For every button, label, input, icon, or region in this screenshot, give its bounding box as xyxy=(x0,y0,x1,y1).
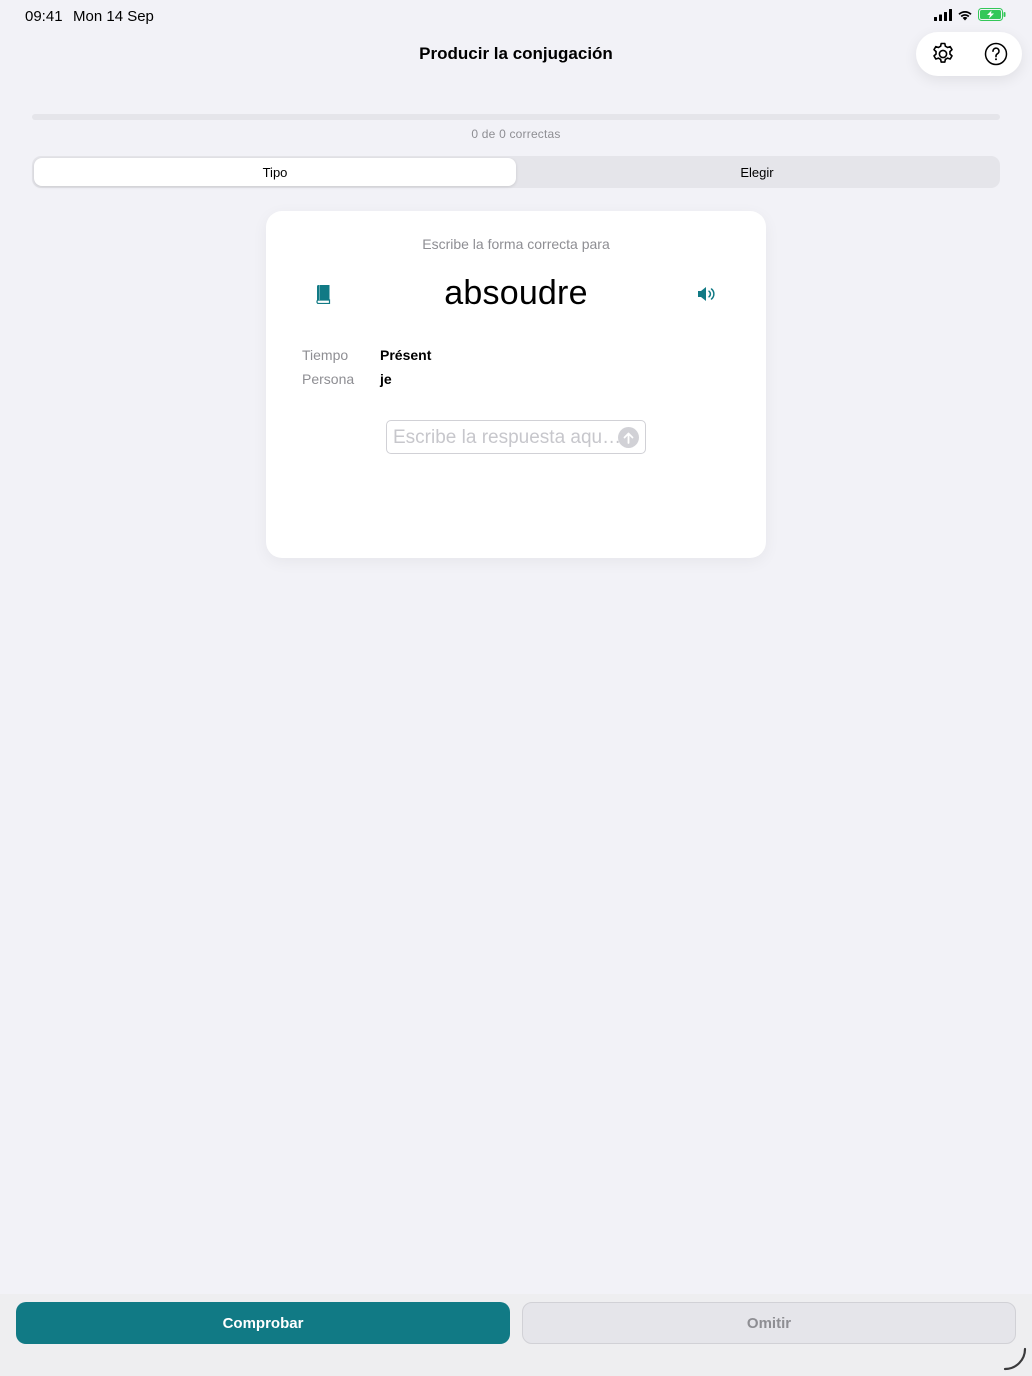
signal-icon xyxy=(934,8,952,21)
segment-elegir[interactable]: Elegir xyxy=(516,158,998,186)
answer-field xyxy=(386,420,646,454)
mode-segmented-control: Tipo Elegir xyxy=(32,156,1000,188)
person-value: je xyxy=(380,371,392,387)
arrow-up-icon xyxy=(623,432,634,444)
check-button[interactable]: Comprobar xyxy=(16,1302,510,1344)
status-time: 09:41 xyxy=(25,8,63,25)
settings-button[interactable] xyxy=(928,39,958,69)
pronounce-button[interactable] xyxy=(695,283,719,305)
skip-button[interactable]: Omitir xyxy=(522,1302,1016,1344)
card-prompt: Escribe la forma correcta para xyxy=(422,236,610,252)
gear-icon xyxy=(932,42,953,63)
battery-charging-icon xyxy=(978,8,1006,21)
page-title: Producir la conjugación xyxy=(419,44,613,63)
person-label: Persona xyxy=(302,371,355,387)
tense-label: Tiempo xyxy=(302,347,349,363)
nav-actions xyxy=(916,32,1022,76)
progress-text: 0 de 0 correctas xyxy=(471,127,561,141)
question-circle-icon xyxy=(984,42,1007,66)
status-date: Mon 14 Sep xyxy=(73,8,154,25)
progress-bar xyxy=(32,114,1000,120)
status-icons xyxy=(934,8,1006,21)
window-resize-handle-icon[interactable] xyxy=(1002,1346,1028,1372)
wifi-icon xyxy=(958,10,972,20)
tense-value: Présent xyxy=(380,347,432,363)
verb-infinitive: absoudre xyxy=(444,274,588,312)
segment-tipo[interactable]: Tipo xyxy=(34,158,516,186)
question-card: Escribe la forma correcta para absoudre … xyxy=(266,211,766,558)
status-bar: 09:41 Mon 14 Sep xyxy=(0,0,1032,32)
submit-answer-button[interactable] xyxy=(618,427,639,448)
help-button[interactable] xyxy=(981,39,1011,69)
answer-input[interactable] xyxy=(393,425,623,451)
speaker-icon xyxy=(698,287,715,301)
